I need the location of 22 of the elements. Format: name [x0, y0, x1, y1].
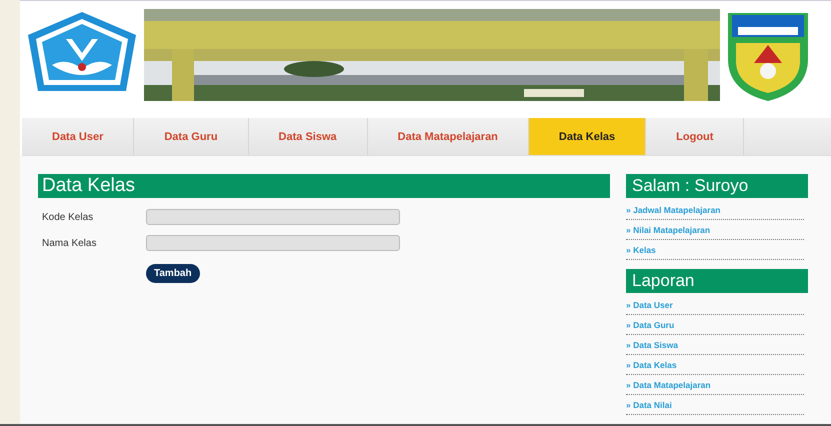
input-field[interactable] — [146, 209, 400, 225]
section-title: Laporan — [626, 269, 808, 293]
field-label: Nama Kelas — [42, 238, 98, 248]
nav-tab[interactable]: Logout — [646, 118, 744, 155]
section-title: Salam : Suroyo — [626, 174, 808, 198]
nav-tab[interactable]: Data Kelas — [528, 118, 646, 155]
nav-tab[interactable]: Data Guru — [134, 118, 249, 155]
nav-tab[interactable]: Data User — [22, 118, 134, 155]
sidebar-link[interactable]: » Data Nilai — [626, 395, 804, 415]
input-field[interactable] — [146, 235, 400, 251]
sidebar-link[interactable]: » Data Siswa — [626, 335, 804, 355]
sidebar-link[interactable]: » Data User — [626, 295, 804, 315]
sidebar-link[interactable]: » Data Guru — [626, 315, 804, 335]
add-button[interactable]: Tambah — [146, 264, 200, 283]
field-label: Kode Kelas — [42, 212, 94, 222]
sidebar-link[interactable]: » Nilai Matapelajaran — [626, 220, 804, 240]
sidebar-link[interactable]: » Data Kelas — [626, 355, 804, 375]
sidebar-link[interactable]: » Kelas — [626, 240, 804, 260]
sidebar-link[interactable]: » Jadwal Matapelajaran — [626, 200, 804, 220]
panel-title: Data Kelas — [38, 174, 610, 198]
nav-tab[interactable]: Data Siswa — [248, 118, 368, 155]
sidebar-link[interactable]: » Data Matapelajaran — [626, 375, 804, 395]
